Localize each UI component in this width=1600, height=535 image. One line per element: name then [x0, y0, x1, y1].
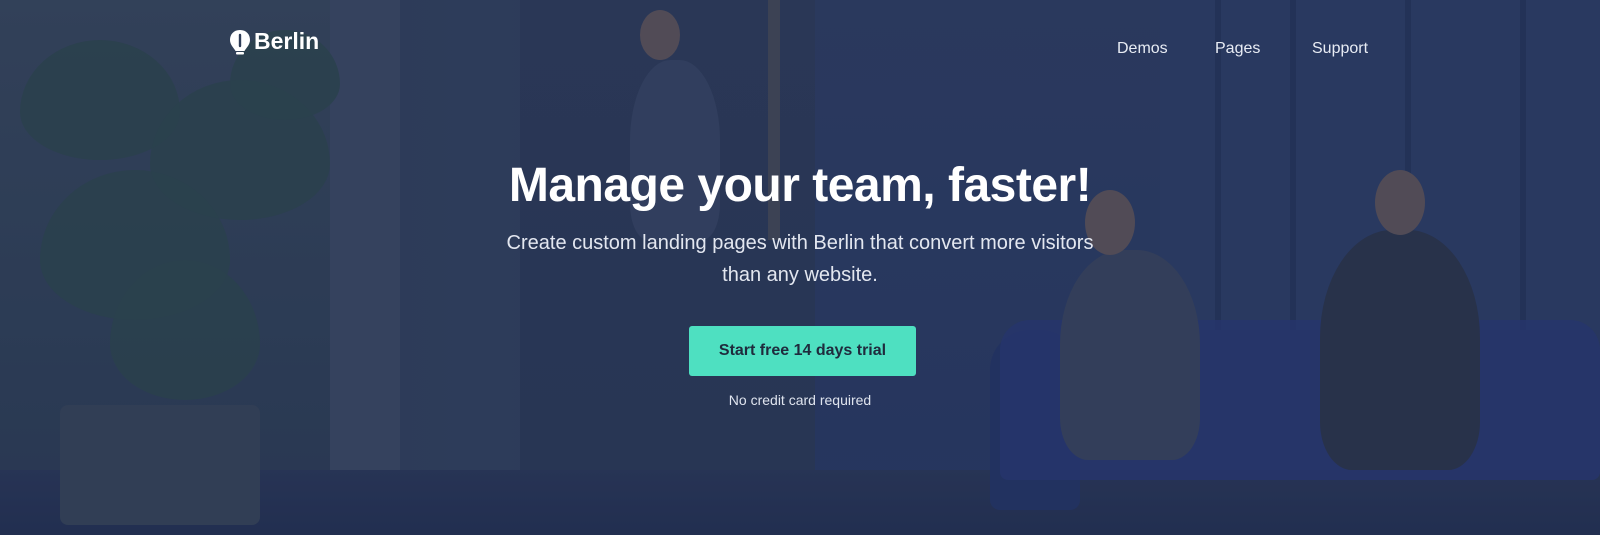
start-trial-button[interactable]: Start free 14 days trial: [689, 326, 916, 376]
hero-section: Berlin Demos Pages Support Manage your t…: [0, 0, 1600, 535]
hero-subtitle: Create custom landing pages with Berlin …: [506, 232, 1094, 286]
bulb-icon: [228, 29, 252, 55]
nav-link-pages[interactable]: Pages: [1215, 40, 1260, 58]
nav-link-support[interactable]: Support: [1312, 40, 1368, 58]
hero-headline: Manage your team, faster!: [508, 159, 1092, 212]
nav-link-demos[interactable]: Demos: [1117, 40, 1168, 58]
brand-logo[interactable]: Berlin: [228, 28, 319, 55]
no-credit-card-note: No credit card required: [728, 392, 872, 408]
brand-name: Berlin: [254, 28, 320, 54]
